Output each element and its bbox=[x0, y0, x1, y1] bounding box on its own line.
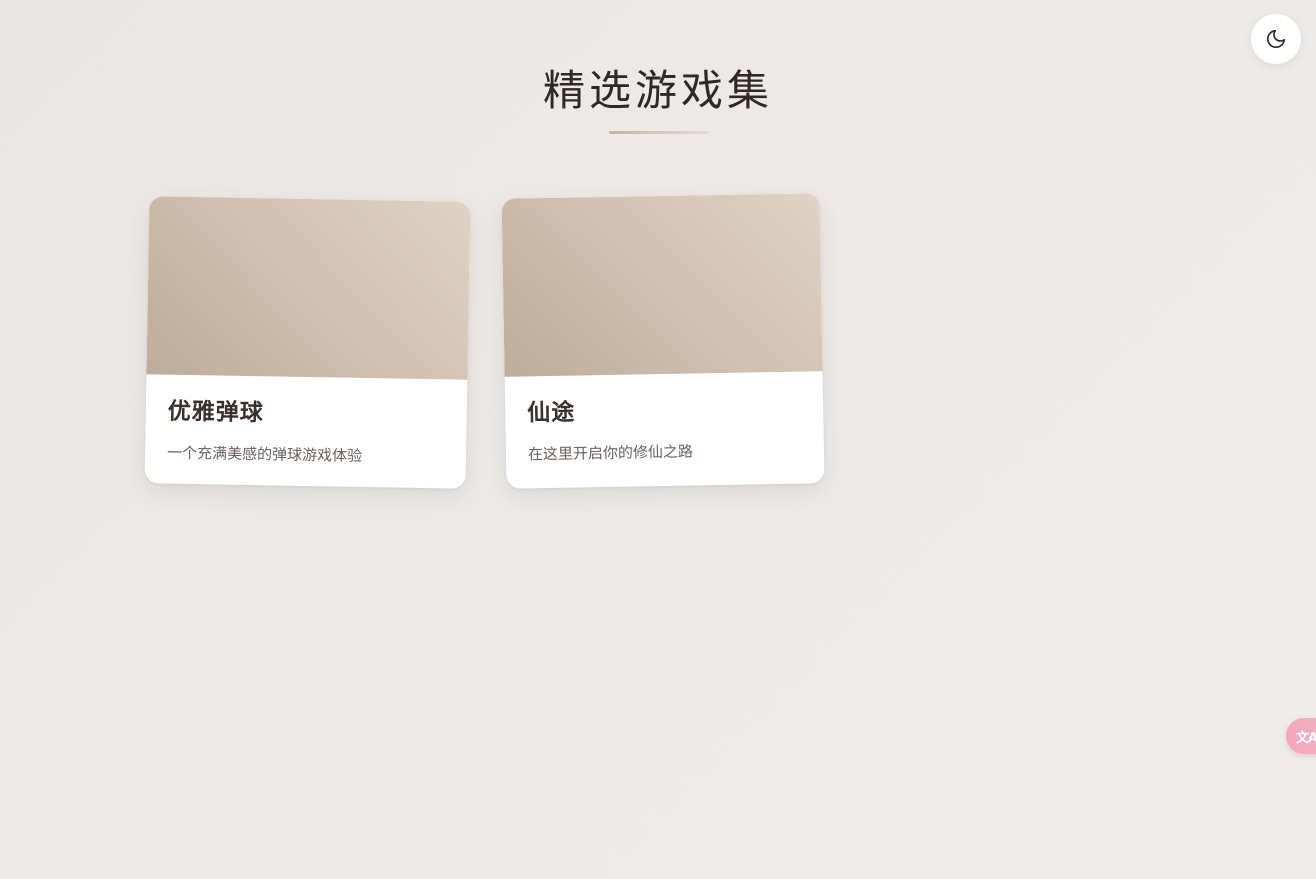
game-card-body: 仙途 在这里开启你的修仙之路 bbox=[505, 371, 824, 465]
translate-icon: 文A bbox=[1296, 730, 1316, 746]
game-card-pinball[interactable]: 优雅弹球 一个充满美感的弹球游戏体验 bbox=[144, 196, 471, 489]
game-card-xiantu[interactable]: 仙途 在这里开启你的修仙之路 bbox=[501, 193, 825, 489]
game-card-description: 在这里开启你的修仙之路 bbox=[527, 442, 694, 464]
game-card-description: 一个充满美感的弹球游戏体验 bbox=[166, 443, 363, 465]
game-card-image bbox=[146, 196, 471, 380]
title-underline bbox=[609, 131, 709, 134]
game-card-body: 优雅弹球 一个充满美感的弹球游戏体验 bbox=[145, 374, 467, 468]
page-title: 精选游戏集 bbox=[542, 66, 773, 115]
theme-toggle-button[interactable] bbox=[1251, 14, 1301, 64]
moon-icon bbox=[1266, 29, 1286, 49]
game-card-title: 优雅弹球 bbox=[167, 397, 265, 427]
game-card-image bbox=[501, 193, 823, 377]
translate-button[interactable]: 文A bbox=[1286, 718, 1316, 754]
game-card-title: 仙途 bbox=[526, 398, 576, 427]
